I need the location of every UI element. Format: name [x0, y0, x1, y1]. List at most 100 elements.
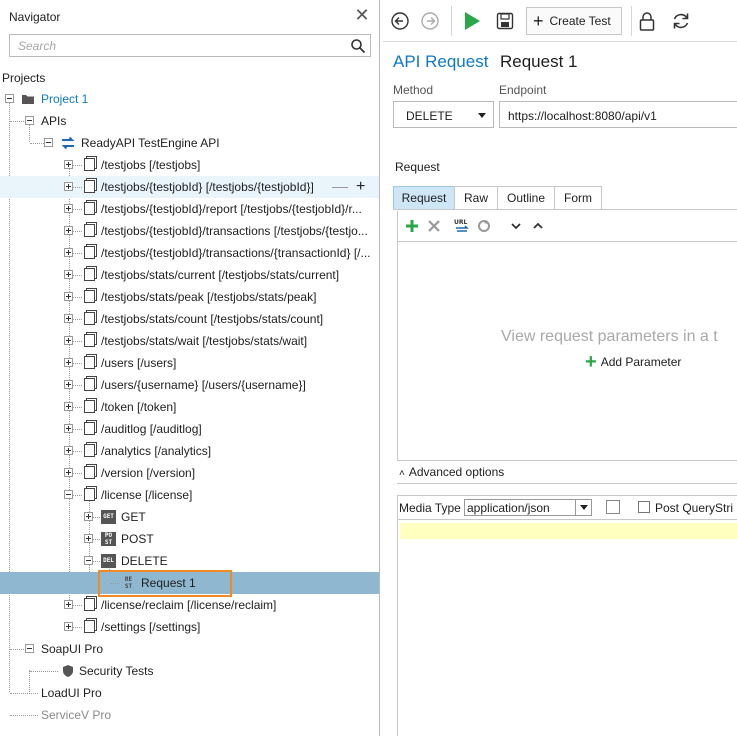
tree-item-method-get[interactable]: GET GET [0, 506, 379, 528]
navigator-title: Navigator [9, 10, 61, 24]
tree-item-resource[interactable]: /testjobs/{testjobId}/transactions [/tes… [0, 220, 379, 242]
tree-item-resource[interactable]: /users [/users] [0, 352, 379, 374]
refresh-icon[interactable] [670, 7, 692, 35]
resource-icon [84, 312, 95, 325]
resource-icon [84, 290, 95, 303]
resource-icon [84, 202, 95, 215]
save-icon[interactable] [494, 7, 516, 35]
post-query-string-checkbox[interactable] [638, 501, 650, 513]
tree-item-resource[interactable]: /token [/token] [0, 396, 379, 418]
tree-item-resource[interactable]: /users/{username} [/users/{username}] [0, 374, 379, 396]
add-parameter-button[interactable]: + Add Parameter [585, 352, 681, 372]
search-icon[interactable] [350, 38, 366, 54]
add-icon[interactable]: + [356, 176, 365, 198]
request-body-editor[interactable] [400, 523, 737, 539]
divider [398, 241, 737, 242]
media-type-value: application/json [467, 501, 550, 515]
chevron-down-icon [478, 113, 486, 118]
tree-item-method-post[interactable]: PO ST POST [0, 528, 379, 550]
tree-item-method-delete[interactable]: DEL DELETE [0, 550, 379, 572]
url-encode-icon[interactable]: URL [454, 218, 470, 234]
advanced-options-toggle[interactable]: ˄ Advanced options [399, 465, 504, 479]
tree-item-resource[interactable]: /testjobs [/testjobs] [0, 154, 379, 176]
run-icon[interactable] [461, 7, 483, 35]
resource-icon [84, 378, 95, 391]
tree-item-project-1[interactable]: Project 1 [0, 88, 379, 110]
tree-item-resource[interactable]: /testjobs/stats/count [/testjobs/stats/c… [0, 308, 379, 330]
tree-item-resource[interactable]: /testjobs/stats/peak [/testjobs/stats/pe… [0, 286, 379, 308]
media-type-dropdown[interactable]: application/json [464, 499, 592, 516]
tree-item-resource-license[interactable]: /license [/license] [0, 484, 379, 506]
svg-text:URL: URL [454, 219, 467, 226]
tree-item-label: /license [/license] [101, 488, 193, 502]
empty-state-message: View request parameters in a t [501, 328, 718, 345]
resource-icon [84, 488, 95, 501]
tree-item-label: ServiceV Pro [41, 708, 112, 722]
remove-icon[interactable] [426, 218, 442, 234]
post-query-string-label: Post QueryStri [655, 501, 734, 515]
api-icon [61, 136, 75, 150]
resource-icon [84, 422, 95, 435]
sync-icon[interactable] [476, 218, 492, 234]
main-toolbar: + Create Test [383, 0, 737, 42]
drag-handle[interactable] [332, 187, 348, 188]
divider [397, 483, 737, 484]
tab-form[interactable]: Form [554, 186, 602, 210]
resource-icon [84, 180, 95, 193]
chevron-up-icon[interactable] [530, 218, 546, 234]
tree-item-label: LoadUI Pro [41, 686, 102, 700]
back-icon[interactable] [389, 7, 411, 35]
search-box [9, 34, 371, 57]
method-dropdown[interactable]: DELETE [393, 101, 494, 128]
tab-outline[interactable]: Outline [497, 186, 555, 210]
tree-item-servicev-pro[interactable]: ServiceV Pro [0, 704, 379, 726]
tree-item-label: /users [/users] [101, 356, 177, 370]
tab-divider [393, 209, 737, 210]
tree-item-resource[interactable]: /testjobs/{testjobId} [/testjobs/{testjo… [0, 176, 379, 198]
resource-icon [84, 466, 95, 479]
lock-icon[interactable] [636, 7, 658, 35]
tree-item-label: /auditlog [/auditlog] [101, 422, 202, 436]
tree-item-resource[interactable]: /testjobs/stats/current [/testjobs/stats… [0, 264, 379, 286]
endpoint-field[interactable]: https://localhost:8080/api/v1 [499, 101, 737, 128]
tree-item-resource[interactable]: /analytics [/analytics] [0, 440, 379, 462]
folder-icon [22, 95, 34, 104]
request-body-panel: Media Type application/json Post QuerySt… [397, 495, 737, 736]
create-test-button[interactable]: + Create Test [526, 7, 622, 35]
tab-request[interactable]: Request [393, 186, 455, 210]
navigator-panel: Navigator ✕ Projects Project 1 APIs [0, 0, 380, 736]
resource-icon [84, 224, 95, 237]
add-icon[interactable] [404, 218, 420, 234]
close-icon[interactable]: ✕ [354, 6, 370, 24]
delete-method-icon: DEL [101, 554, 116, 568]
format-icon[interactable] [606, 500, 620, 514]
search-input[interactable] [10, 35, 340, 56]
resource-icon [84, 400, 95, 413]
tree-item-readyapi-testengine-api[interactable]: ReadyAPI TestEngine API [0, 132, 379, 154]
get-method-icon: GET [101, 510, 116, 524]
tree-item-loadui-pro[interactable]: LoadUI Pro [0, 682, 379, 704]
tree-item-resource[interactable]: /testjobs/stats/wait [/testjobs/stats/wa… [0, 330, 379, 352]
chevron-down-icon[interactable] [508, 218, 524, 234]
tree-item-resource[interactable]: /license/reclaim [/license/reclaim] [0, 594, 379, 616]
tree-item-resource[interactable]: /testjobs/{testjobId}/report [/testjobs/… [0, 198, 379, 220]
tree-item-label: APIs [41, 114, 67, 128]
tree-item-resource[interactable]: /testjobs/{testjobId}/transactions/{tran… [0, 242, 379, 264]
tree-item-resource[interactable]: /auditlog [/auditlog] [0, 418, 379, 440]
tree-item-resource[interactable]: /version [/version] [0, 462, 379, 484]
selection-highlight [98, 570, 232, 597]
tree-item-apis[interactable]: APIs [0, 110, 379, 132]
tree-item-label: /testjobs/stats/current [/testjobs/stats… [101, 268, 340, 282]
forward-icon[interactable] [419, 7, 441, 35]
navigator-header: Navigator ✕ [0, 0, 379, 34]
request-section-label: Request [395, 160, 440, 174]
tree-item-label: /testjobs/{testjobId}/report [/testjobs/… [101, 202, 362, 216]
tree-item-label: /testjobs/stats/wait [/testjobs/stats/wa… [101, 334, 308, 348]
tab-raw[interactable]: Raw [454, 186, 498, 210]
tree-item-soapui-pro[interactable]: SoapUI Pro [0, 638, 379, 660]
tree-item-label: Security Tests [79, 664, 154, 678]
tree-item-label: POST [121, 532, 154, 546]
tree-item-resource[interactable]: /settings [/settings] [0, 616, 379, 638]
tree-item-security-tests[interactable]: Security Tests [0, 660, 379, 682]
resource-icon [84, 598, 95, 611]
